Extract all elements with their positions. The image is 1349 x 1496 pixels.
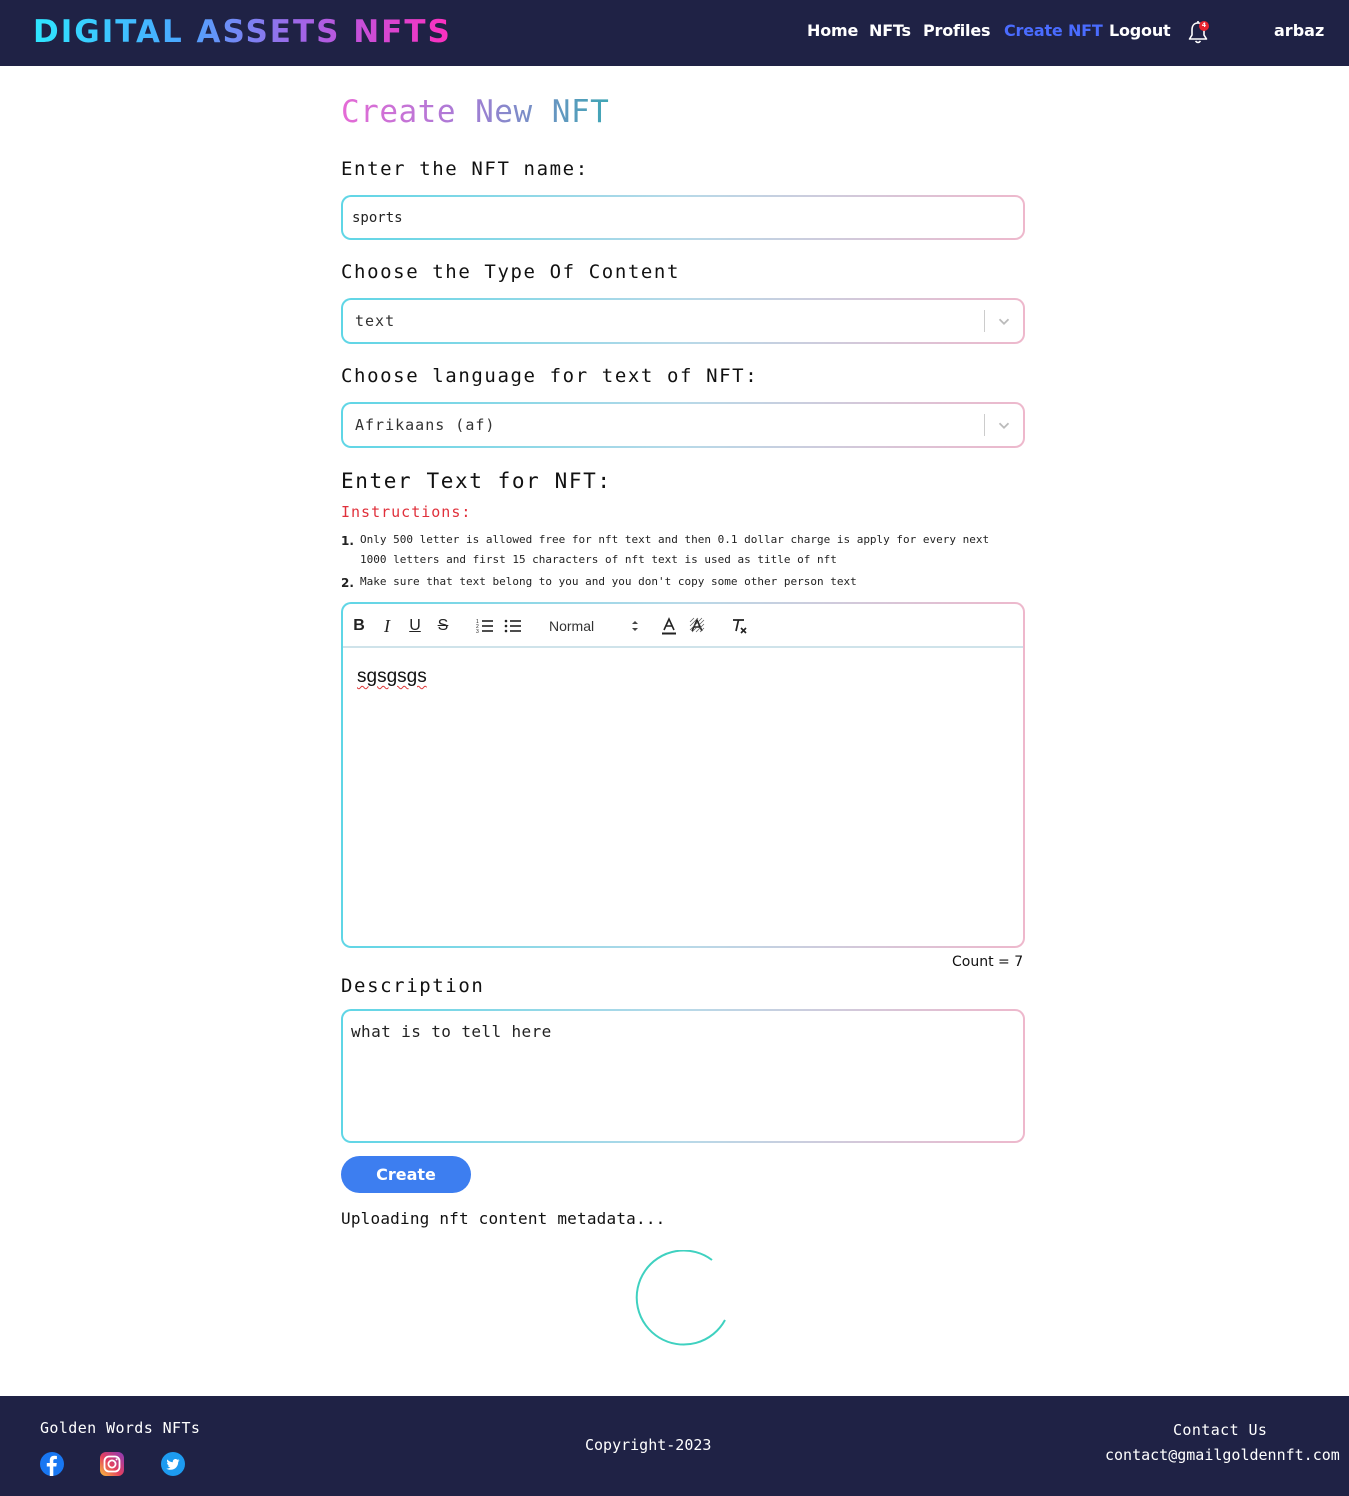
- select-divider: [984, 414, 985, 436]
- description-label: Description: [341, 975, 485, 997]
- font-size-select[interactable]: Normal: [549, 616, 639, 636]
- nft-name-input[interactable]: [343, 197, 1023, 238]
- nav-create-nft[interactable]: Create NFT: [1004, 21, 1103, 40]
- updown-arrows-icon: [632, 621, 638, 631]
- strike-button[interactable]: S: [433, 616, 453, 636]
- background-color-icon[interactable]: [687, 616, 707, 636]
- footer: Golden Words NFTs Copyright-2023 Contact…: [0, 1396, 1349, 1496]
- nft-name-field-frame: [341, 195, 1025, 240]
- description-field-frame: what is to tell here: [341, 1009, 1025, 1143]
- instruction-item: 2. Make sure that text belong to you and…: [341, 575, 857, 590]
- facebook-icon[interactable]: [40, 1452, 64, 1476]
- language-label: Choose language for text of NFT:: [341, 365, 759, 387]
- chevron-down-icon[interactable]: [995, 312, 1013, 330]
- select-divider: [984, 310, 985, 332]
- instructions-list: 1. Only 500 letter is allowed free for n…: [341, 530, 1021, 592]
- language-select[interactable]: Afrikaans (af): [341, 402, 1025, 448]
- page-title: Create New NFT: [341, 94, 610, 130]
- rich-text-editor: B I U S 1 2 3 Normal sgsgsgs: [341, 602, 1025, 948]
- contact-us-heading: Contact Us: [1173, 1421, 1268, 1439]
- bold-button[interactable]: B: [349, 616, 369, 636]
- italic-button[interactable]: I: [377, 616, 397, 636]
- instructions-title: Instructions:: [341, 503, 472, 521]
- underline-button[interactable]: U: [405, 616, 425, 636]
- svg-text:3: 3: [476, 629, 479, 635]
- ordered-list-icon[interactable]: 1 2 3: [475, 616, 495, 636]
- brand-logo[interactable]: DIGITAL ASSETS NFTS: [33, 12, 452, 52]
- bullet-list-icon[interactable]: [503, 616, 523, 636]
- chevron-down-icon[interactable]: [995, 416, 1013, 434]
- notification-count-badge: 4: [1199, 21, 1209, 31]
- copyright-text: Copyright-2023: [585, 1436, 712, 1454]
- nav-nfts[interactable]: NFTs: [869, 21, 911, 40]
- contact-email-link[interactable]: contact@gmailgoldennft.com: [1105, 1446, 1340, 1464]
- text-color-icon[interactable]: [659, 616, 679, 636]
- editor-toolbar: B I U S 1 2 3 Normal: [343, 604, 1023, 648]
- content-type-select[interactable]: text: [341, 298, 1025, 344]
- instagram-icon[interactable]: [100, 1452, 124, 1476]
- character-count: Count = 7: [952, 954, 1024, 970]
- nav-home[interactable]: Home: [807, 21, 858, 40]
- top-navbar: DIGITAL ASSETS NFTS Home NFTs Profiles C…: [0, 0, 1349, 66]
- nft-text-label: Enter Text for NFT:: [341, 469, 612, 493]
- create-button[interactable]: Create: [341, 1156, 471, 1193]
- nav-logout[interactable]: Logout: [1109, 21, 1171, 40]
- language-value: Afrikaans (af): [355, 416, 496, 434]
- nav-profiles[interactable]: Profiles: [923, 21, 991, 40]
- user-menu[interactable]: arbaz: [1274, 21, 1324, 40]
- nft-name-label: Enter the NFT name:: [341, 158, 589, 180]
- clear-format-icon[interactable]: [729, 616, 749, 636]
- editor-content[interactable]: sgsgsgs: [357, 666, 427, 688]
- footer-brand: Golden Words NFTs: [40, 1419, 201, 1437]
- loading-spinner-icon: [635, 1250, 726, 1346]
- instruction-item: 1. Only 500 letter is allowed free for n…: [341, 533, 990, 566]
- upload-status: Uploading nft content metadata...: [341, 1209, 666, 1228]
- description-text: what is to tell here: [351, 1022, 552, 1041]
- content-type-label: Choose the Type Of Content: [341, 261, 681, 283]
- content-type-value: text: [355, 312, 396, 330]
- twitter-icon[interactable]: [161, 1452, 185, 1476]
- description-textarea[interactable]: what is to tell here: [343, 1011, 1023, 1141]
